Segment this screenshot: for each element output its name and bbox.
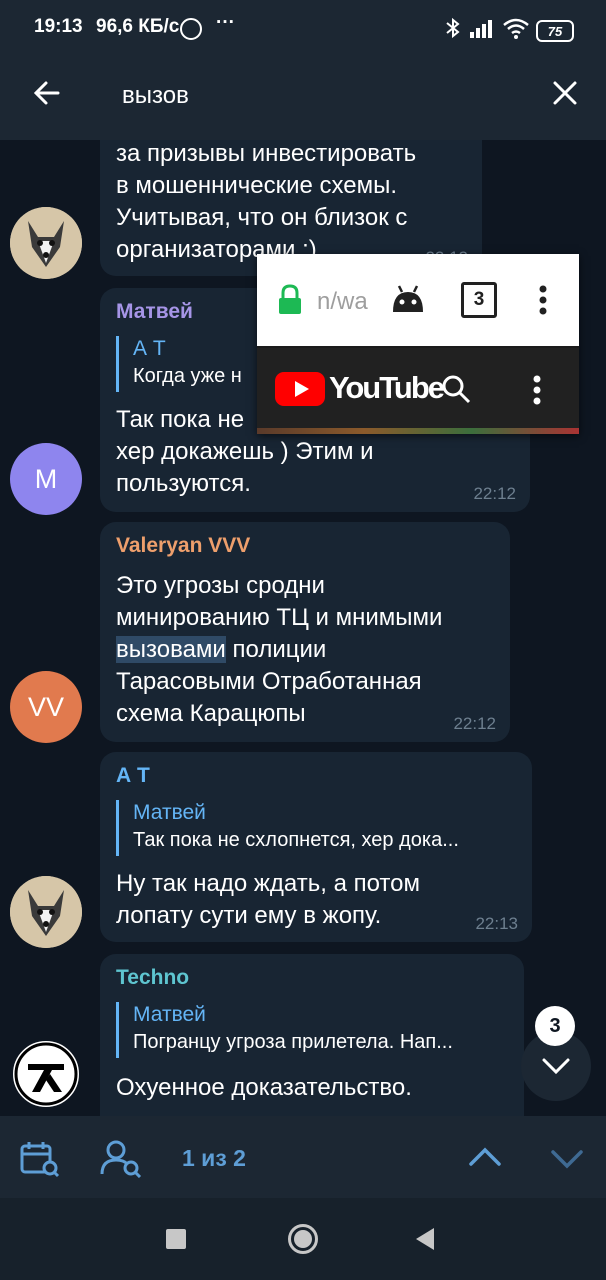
message-bubble[interactable]: Techno Матвей Погранцу угроза прилетела.… <box>100 954 524 1116</box>
avatar-husky[interactable] <box>10 876 82 948</box>
reply-author: Матвей <box>133 1003 206 1026</box>
reply-author: А Т <box>133 337 166 360</box>
avatar-techno[interactable] <box>10 1038 82 1110</box>
sender-name[interactable]: Valeryan VVV <box>116 534 250 558</box>
system-navigation-bar <box>0 1198 606 1280</box>
youtube-logo-icon[interactable] <box>275 372 325 406</box>
bluetooth-icon <box>446 17 460 39</box>
search-result-counter: 1 из 2 <box>182 1145 246 1171</box>
user-search-icon[interactable] <box>100 1140 142 1178</box>
message-line: хер докажешь ) Этим и <box>116 438 374 465</box>
message-line: Учитывая, что он близок с <box>116 204 408 231</box>
tab-switcher-button[interactable]: 3 <box>461 282 497 318</box>
message-line: схема Карацюпы <box>116 700 306 727</box>
unread-count: 3 <box>549 1014 561 1037</box>
message-time: 22:12 <box>453 714 496 733</box>
close-icon <box>553 81 577 105</box>
message-line: за призывы инвестировать <box>116 140 417 167</box>
reply-quote[interactable]: А Т Когда уже н <box>116 336 242 392</box>
youtube-header: YouTube <box>257 348 579 428</box>
home-button[interactable] <box>288 1224 318 1254</box>
message-time: 22:13 <box>475 914 518 933</box>
reply-quote[interactable]: Матвей Так пока не схлопнется, хер дока.… <box>116 800 517 856</box>
video-thumbnail-strip <box>257 428 579 434</box>
reply-quote[interactable]: Матвей Погранцу угроза прилетела. Нап... <box>116 1002 509 1058</box>
reply-text: Погранцу угроза прилетела. Нап... <box>133 1031 453 1053</box>
sender-name[interactable]: А Т <box>116 764 150 788</box>
message-text: полиции <box>225 636 327 663</box>
browser-menu-button[interactable] <box>533 284 553 316</box>
avatar-valeryan[interactable]: VV <box>10 671 82 743</box>
message-time: 22:12 <box>473 484 516 503</box>
calendar-search-icon[interactable] <box>20 1140 60 1178</box>
signal-icon <box>470 20 492 38</box>
message-bubble[interactable]: А Т Матвей Так пока не схлопнется, хер д… <box>100 752 532 942</box>
husky-avatar-image <box>10 207 82 279</box>
message-line: Это угрозы сродни <box>116 572 325 599</box>
sender-name[interactable]: Матвей <box>116 300 193 324</box>
avatar-matvey[interactable]: M <box>10 443 82 515</box>
message-line: Охуенное доказательство. <box>116 1074 412 1101</box>
wifi-icon <box>503 18 529 39</box>
husky-avatar-image <box>10 876 82 948</box>
battery-icon: 75 <box>536 20 574 42</box>
browser-toolbar: n/wa 3 <box>257 254 579 346</box>
next-result-button[interactable] <box>550 1148 584 1170</box>
home-dot <box>294 1230 312 1248</box>
search-header: вызов <box>0 46 606 140</box>
search-navigation-bar: 1 из 2 <box>0 1116 606 1198</box>
sender-name[interactable]: Techno <box>116 966 189 990</box>
reply-text: Когда уже н <box>133 365 242 387</box>
clock: 19:13 <box>34 16 83 37</box>
lock-icon <box>279 284 301 314</box>
message-line: минированию ТЦ и мнимыми <box>116 604 443 631</box>
network-speed: 96,6 КБ/с <box>96 16 180 37</box>
message-line: в мошеннические схемы. <box>116 172 398 199</box>
message-line: вызовами полиции <box>116 634 326 666</box>
more-vertical-icon[interactable] <box>529 374 545 406</box>
chevron-down-icon <box>542 1058 570 1075</box>
avatar-husky[interactable] <box>10 207 82 279</box>
techno-logo-icon <box>14 1042 78 1106</box>
avatar-initials: VV <box>27 691 65 722</box>
more-vertical-icon <box>539 285 547 315</box>
message-line: Ну так надо ждать, а потом <box>116 870 420 897</box>
search-input[interactable]: вызов <box>122 82 189 110</box>
tab-count: 3 <box>473 289 485 310</box>
floating-browser-window[interactable]: n/wa 3 YouTube <box>257 254 579 434</box>
message-line: лопату сути ему в жопу. <box>116 902 382 929</box>
more-notifications-icon: ··· <box>216 12 235 33</box>
recents-button[interactable] <box>166 1229 186 1249</box>
back-nav-button[interactable] <box>414 1226 436 1252</box>
reply-author: Матвей <box>133 801 206 824</box>
alarm-icon <box>180 18 202 40</box>
previous-result-button[interactable] <box>468 1146 502 1168</box>
battery-level: 75 <box>547 23 563 39</box>
back-button[interactable] <box>22 68 72 118</box>
avatar-initials: M <box>34 463 58 494</box>
arrow-left-icon <box>33 81 60 105</box>
search-highlight: вызовами <box>116 636 226 663</box>
clear-search-button[interactable] <box>540 68 590 118</box>
message-line: Так пока не <box>116 406 245 433</box>
message-bubble[interactable]: Valeryan VVV Это угрозы сродни минирован… <box>100 522 510 742</box>
url-field[interactable]: n/wa <box>317 288 368 316</box>
unread-count-badge: 3 <box>535 1006 575 1046</box>
search-icon[interactable] <box>441 374 471 404</box>
youtube-wordmark: YouTube <box>329 370 445 405</box>
message-line: пользуются. <box>116 470 251 497</box>
reply-text: Так пока не схлопнется, хер дока... <box>133 829 459 851</box>
android-icon[interactable] <box>391 284 425 314</box>
message-line: Тарасовыми Отработанная <box>116 668 422 695</box>
